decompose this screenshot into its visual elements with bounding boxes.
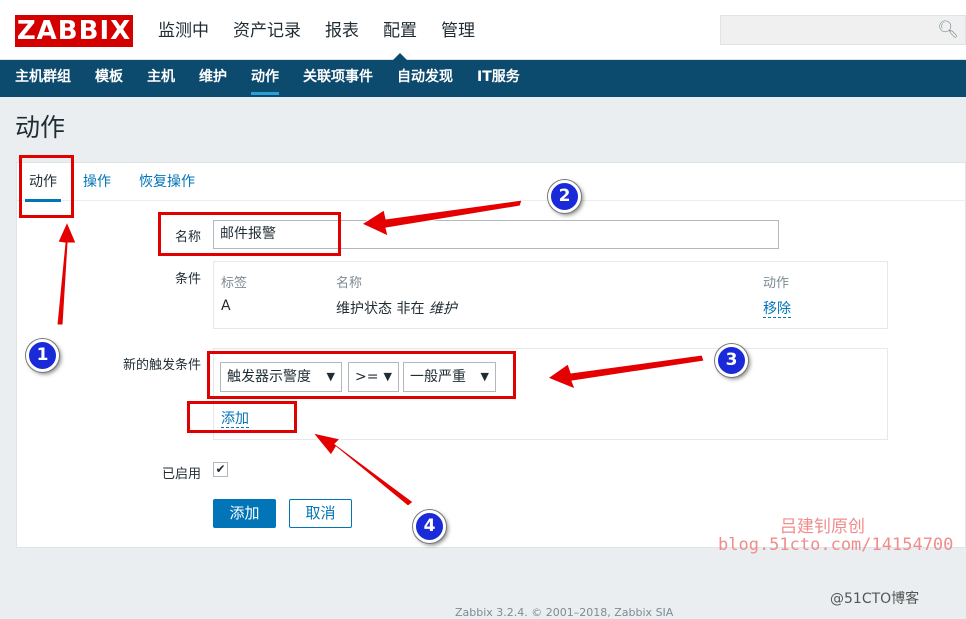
arrow-4 — [311, 432, 414, 507]
author-watermark: 吕建钊原创 — [780, 517, 865, 537]
site-watermark: @51CTO博客 — [830, 591, 920, 607]
annotation-badge-1: 1 — [26, 339, 59, 372]
arrow-2 — [360, 199, 523, 237]
annotation-badge-4: 4 — [413, 510, 446, 543]
footer-copyright: Zabbix 3.2.4. © 2001–2018, Zabbix SIA — [455, 606, 674, 619]
arrow-3 — [546, 354, 705, 390]
arrow-1 — [56, 220, 77, 326]
blog-watermark: blog.51cto.com/14154700 — [718, 535, 954, 555]
annotation-badge-2: 2 — [548, 180, 581, 213]
annotation-badge-3: 3 — [715, 344, 748, 377]
